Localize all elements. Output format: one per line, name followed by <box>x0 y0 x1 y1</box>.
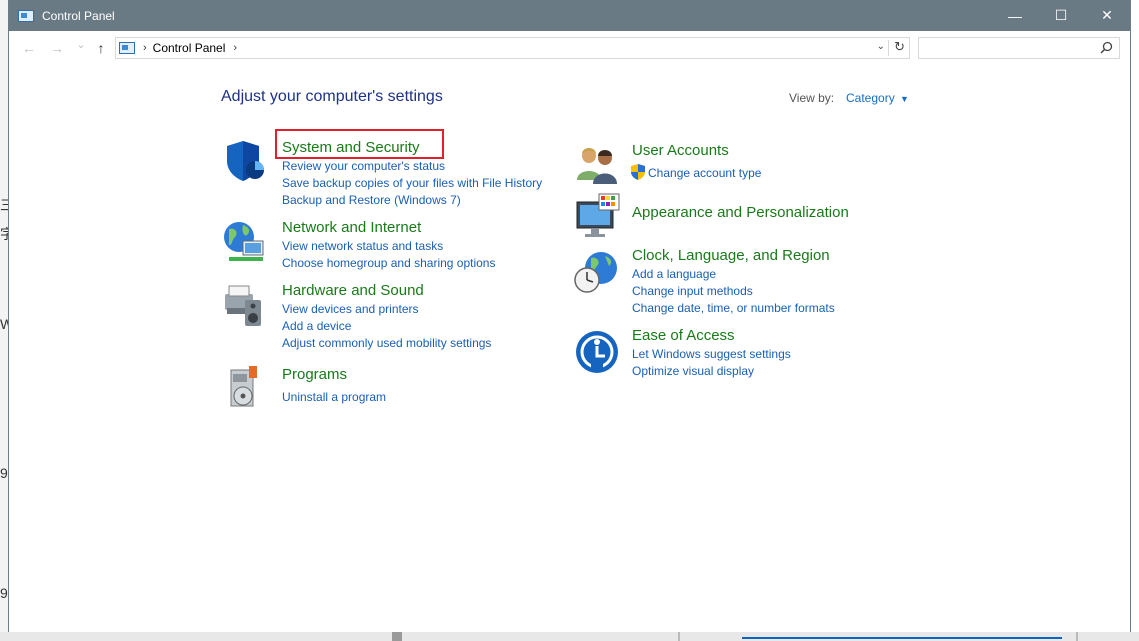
category-programs[interactable]: Programs <box>282 366 347 383</box>
link-optimize-visual-display[interactable]: Optimize visual display <box>632 364 754 378</box>
breadcrumb-separator-icon[interactable]: › <box>233 42 237 54</box>
selection-highlight-box <box>275 129 444 159</box>
category-clock-language-region[interactable]: Clock, Language, and Region <box>632 247 830 264</box>
maximize-button[interactable]: ☐ <box>1038 0 1084 31</box>
window-title: Control Panel <box>42 8 115 23</box>
desktop-background-left: 三 字 W 9 9 <box>0 0 14 641</box>
back-arrow-icon[interactable]: ← <box>21 40 37 56</box>
address-divider <box>888 40 889 56</box>
background-block <box>742 637 1062 639</box>
background-block <box>392 632 402 641</box>
category-hardware-and-sound[interactable]: Hardware and Sound <box>282 282 424 299</box>
network-globe-icon[interactable] <box>219 217 267 265</box>
category-network-and-internet[interactable]: Network and Internet <box>282 219 421 236</box>
navigation-bar: ← → ⌄ ↑ › Control Panel › ⌄ ↻ <box>9 31 1130 65</box>
desktop-background-bottom <box>0 632 1139 641</box>
link-uninstall-program[interactable]: Uninstall a program <box>282 390 386 404</box>
printer-speaker-icon[interactable] <box>219 280 267 328</box>
uac-shield-icon <box>631 164 645 180</box>
up-arrow-icon[interactable]: ↑ <box>93 40 109 56</box>
link-add-device[interactable]: Add a device <box>282 319 351 333</box>
link-date-time-formats[interactable]: Change date, time, or number formats <box>632 301 835 315</box>
category-user-accounts[interactable]: User Accounts <box>632 142 729 159</box>
ease-of-access-icon[interactable] <box>573 328 621 376</box>
link-add-language[interactable]: Add a language <box>632 267 716 281</box>
link-network-status[interactable]: View network status and tasks <box>282 239 443 253</box>
search-input[interactable] <box>918 37 1120 59</box>
link-change-input-methods[interactable]: Change input methods <box>632 284 753 298</box>
background-block <box>678 632 680 641</box>
minimize-button[interactable]: — <box>992 0 1038 31</box>
address-dropdown-icon[interactable]: ⌄ <box>877 41 885 52</box>
breadcrumb-control-panel[interactable]: Control Panel <box>153 41 226 55</box>
background-block <box>1076 632 1078 641</box>
dropdown-arrow-icon: ▼ <box>900 94 909 104</box>
link-homegroup-sharing[interactable]: Choose homegroup and sharing options <box>282 256 495 270</box>
link-mobility-settings[interactable]: Adjust commonly used mobility settings <box>282 336 491 350</box>
recent-locations-icon[interactable]: ⌄ <box>73 38 89 51</box>
forward-arrow-icon[interactable]: → <box>49 40 65 56</box>
category-ease-of-access[interactable]: Ease of Access <box>632 327 735 344</box>
link-backup-restore[interactable]: Backup and Restore (Windows 7) <box>282 193 461 207</box>
shield-icon[interactable] <box>219 137 267 185</box>
control-panel-icon <box>18 9 34 22</box>
refresh-icon[interactable]: ↻ <box>894 39 905 55</box>
background-glyph: 9 <box>0 585 8 601</box>
search-icon[interactable] <box>1100 41 1113 54</box>
control-panel-icon <box>119 42 135 54</box>
view-by-label: View by: <box>789 91 835 105</box>
users-icon[interactable] <box>573 140 621 188</box>
view-by-dropdown[interactable]: Category ▼ <box>846 91 909 105</box>
close-button[interactable]: ✕ <box>1084 0 1130 31</box>
view-by-value: Category <box>846 91 895 105</box>
address-bar[interactable]: › Control Panel › ⌄ ↻ <box>115 37 910 59</box>
monitor-palette-icon[interactable] <box>573 192 621 240</box>
link-devices-printers[interactable]: View devices and printers <box>282 302 419 316</box>
page-heading: Adjust your computer's settings <box>221 88 443 105</box>
programs-disc-icon[interactable] <box>219 364 267 412</box>
link-file-history[interactable]: Save backup copies of your files with Fi… <box>282 176 542 190</box>
link-change-account-type[interactable]: Change account type <box>648 166 761 180</box>
clock-globe-icon[interactable] <box>573 248 621 296</box>
control-panel-window: Control Panel — ☐ ✕ ← → ⌄ ↑ › Control Pa… <box>8 0 1131 632</box>
category-appearance-and-personalization[interactable]: Appearance and Personalization <box>632 204 849 221</box>
link-review-status[interactable]: Review your computer's status <box>282 159 445 173</box>
background-glyph: 9 <box>0 465 8 481</box>
title-bar[interactable]: Control Panel — ☐ ✕ <box>9 0 1130 31</box>
link-windows-suggest-settings[interactable]: Let Windows suggest settings <box>632 347 791 361</box>
breadcrumb-separator-icon: › <box>143 42 147 54</box>
